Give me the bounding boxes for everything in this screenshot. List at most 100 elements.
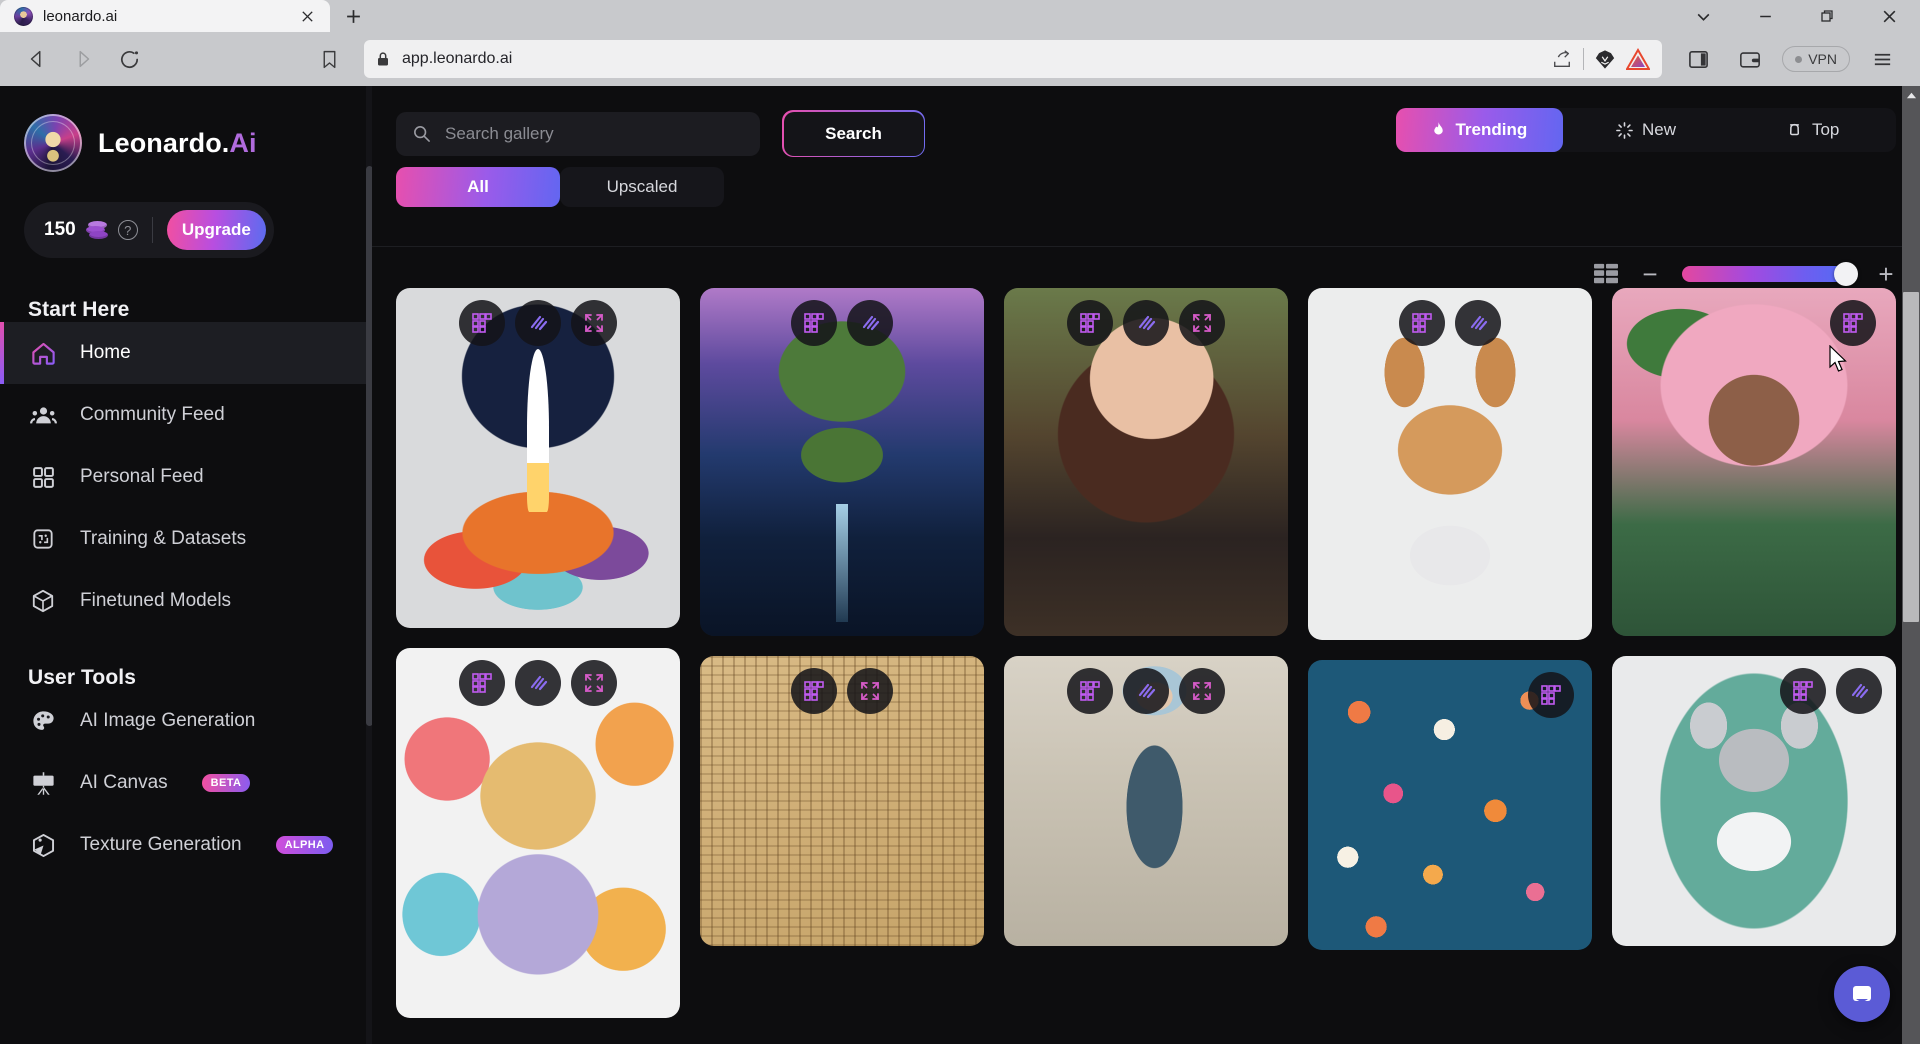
fullscreen-expand-icon[interactable] xyxy=(571,660,617,706)
url-text: app.leonardo.ai xyxy=(402,50,513,67)
variations-wand-icon[interactable] xyxy=(1123,668,1169,714)
credits-bar: 150 ? Upgrade xyxy=(24,202,274,258)
upscale-grid-icon[interactable] xyxy=(459,300,505,346)
gallery-card-rocket-launch[interactable] xyxy=(396,288,680,628)
gallery-column xyxy=(1308,288,1592,950)
variations-wand-icon[interactable] xyxy=(1123,300,1169,346)
tab-trending[interactable]: Trending xyxy=(1396,108,1563,152)
fullscreen-expand-icon[interactable] xyxy=(847,668,893,714)
upscale-grid-icon[interactable] xyxy=(1780,668,1826,714)
upscale-grid-icon[interactable] xyxy=(791,668,837,714)
sidebar-item-finetuned-models[interactable]: Finetuned Models xyxy=(0,570,372,632)
zoom-in-button[interactable]: + xyxy=(1876,261,1896,287)
sidebar-item-label: Finetuned Models xyxy=(80,590,232,611)
sidepanel-icon[interactable] xyxy=(1674,36,1722,82)
view-controls: − + xyxy=(1594,261,1896,287)
upscale-grid-icon[interactable] xyxy=(1067,668,1113,714)
page-scrollbar[interactable] xyxy=(1902,86,1920,1044)
forward-button[interactable] xyxy=(60,36,106,82)
hamburger-menu-icon[interactable] xyxy=(1858,36,1906,82)
wallet-icon[interactable] xyxy=(1726,36,1774,82)
upscale-grid-icon[interactable] xyxy=(791,300,837,346)
upscale-grid-icon[interactable] xyxy=(1067,300,1113,346)
gallery-card-hieroglyphs[interactable] xyxy=(700,656,984,946)
gallery-card-portrait-woman[interactable] xyxy=(1004,288,1288,636)
help-circle-icon[interactable]: ? xyxy=(117,220,138,240)
fullscreen-expand-icon[interactable] xyxy=(1179,668,1225,714)
brave-triangle-icon[interactable] xyxy=(1626,48,1651,70)
fullscreen-expand-icon[interactable] xyxy=(571,300,617,346)
upscale-grid-icon[interactable] xyxy=(459,660,505,706)
chat-bubble-icon[interactable] xyxy=(1834,966,1890,1022)
gallery-card-blue-haired-warrior[interactable] xyxy=(1004,656,1288,946)
sidebar-item-training-datasets[interactable]: Training & Datasets xyxy=(0,508,372,570)
gallery-card-chihuahua[interactable] xyxy=(1308,288,1592,640)
credit-coins-icon xyxy=(85,220,108,240)
browser-tab[interactable]: leonardo.ai xyxy=(0,0,330,32)
share-icon[interactable] xyxy=(1551,49,1573,69)
variations-wand-icon[interactable] xyxy=(847,300,893,346)
sidebar-item-label: Texture Generation xyxy=(80,834,242,855)
home-icon xyxy=(28,338,58,368)
gallery-card-floral-pattern[interactable] xyxy=(1308,660,1592,950)
variations-wand-icon[interactable] xyxy=(1455,300,1501,346)
filter-tab-all[interactable]: All xyxy=(396,167,560,207)
sidebar-item-ai-image-generation[interactable]: AI Image Generation xyxy=(0,690,372,752)
sidebar-item-texture-generation[interactable]: Texture Generation ALPHA xyxy=(0,814,372,876)
bookmarks-button[interactable] xyxy=(302,36,356,82)
variations-wand-icon[interactable] xyxy=(1836,668,1882,714)
artwork-hieroglyphs xyxy=(700,656,984,946)
flame-icon xyxy=(1431,121,1446,139)
back-button[interactable] xyxy=(14,36,60,82)
page-scrollbar-thumb[interactable] xyxy=(1903,292,1919,622)
tab-search-button[interactable] xyxy=(1672,0,1734,32)
sidebar-item-ai-canvas[interactable]: AI Canvas BETA xyxy=(0,752,372,814)
fullscreen-expand-icon[interactable] xyxy=(1179,300,1225,346)
tab-new[interactable]: New xyxy=(1563,108,1730,152)
scroll-up-arrow-icon[interactable] xyxy=(1902,86,1920,104)
address-bar-actions xyxy=(1551,48,1651,71)
brave-lion-icon[interactable] xyxy=(1594,48,1616,71)
toolbar-divider xyxy=(372,246,1920,247)
browser-toolbar: app.leonardo.ai VPN xyxy=(0,32,1920,86)
filter-tab-upscaled[interactable]: Upscaled xyxy=(560,167,724,207)
zoom-slider-knob[interactable] xyxy=(1834,262,1858,286)
leonardo-logo-icon xyxy=(24,114,82,172)
gallery-card-koala-cyclist[interactable] xyxy=(1612,656,1896,946)
minimize-button[interactable] xyxy=(1734,0,1796,32)
sidebar-item-community-feed[interactable]: Community Feed xyxy=(0,384,372,446)
sidebar-item-home[interactable]: Home xyxy=(0,322,372,384)
close-window-button[interactable] xyxy=(1858,0,1920,32)
maximize-button[interactable] xyxy=(1796,0,1858,32)
upscale-grid-icon[interactable] xyxy=(1399,300,1445,346)
tab-close-icon[interactable] xyxy=(294,3,320,29)
tab-label: Trending xyxy=(1455,120,1528,139)
search-input[interactable]: Search gallery xyxy=(396,111,760,156)
variations-wand-icon[interactable] xyxy=(515,660,561,706)
vpn-button[interactable]: VPN xyxy=(1782,46,1850,72)
gallery-card-cosmic-tree[interactable] xyxy=(700,288,984,636)
address-bar[interactable]: app.leonardo.ai xyxy=(364,40,1663,78)
brand-logo-block[interactable]: Leonardo.Ai xyxy=(0,86,372,172)
sidebar-item-label: Community Feed xyxy=(80,404,225,425)
credits-divider xyxy=(151,217,153,243)
gallery-card-colorful-lion[interactable] xyxy=(396,648,680,1018)
upscale-grid-icon[interactable] xyxy=(1830,300,1876,346)
zoom-out-button[interactable]: − xyxy=(1640,261,1660,287)
variations-wand-icon[interactable] xyxy=(515,300,561,346)
upgrade-button[interactable]: Upgrade xyxy=(166,210,266,250)
gallery-toolbar: Search gallery Search All Upscaled Trend… xyxy=(372,86,1920,287)
search-button[interactable]: Search xyxy=(782,110,925,157)
upscale-grid-icon[interactable] xyxy=(1528,672,1574,718)
dataset-chip-icon xyxy=(28,524,58,554)
sort-tabs: Trending New Top xyxy=(1396,108,1896,152)
gallery-card-pink-hair-fairy[interactable] xyxy=(1612,288,1896,636)
new-tab-button[interactable] xyxy=(330,0,376,32)
sidebar-item-personal-feed[interactable]: Personal Feed xyxy=(0,446,372,508)
reload-button[interactable] xyxy=(106,36,152,82)
zoom-slider[interactable] xyxy=(1682,262,1858,286)
grid-layout-icon[interactable] xyxy=(1594,263,1618,285)
sparkle-icon xyxy=(1616,121,1633,139)
artwork-cosmic-tree xyxy=(700,288,984,636)
tab-top[interactable]: Top xyxy=(1729,108,1896,152)
